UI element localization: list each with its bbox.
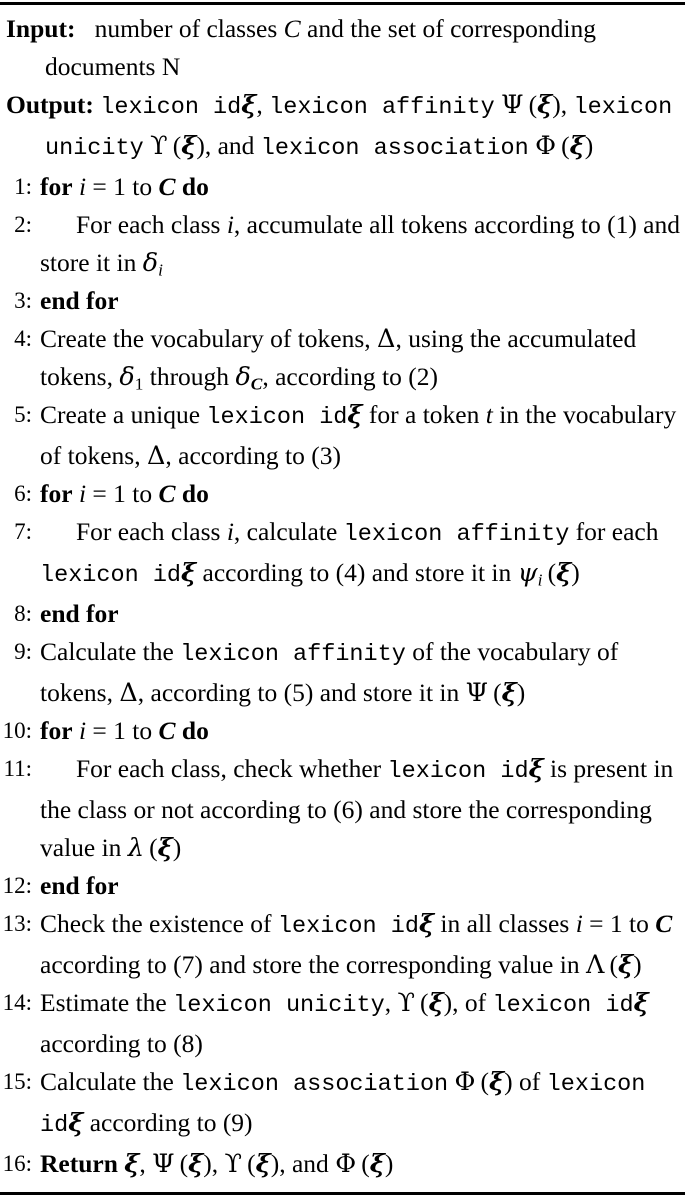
step-number: 14: <box>2 990 32 1015</box>
algorithm-step-12: 12: end for <box>0 867 685 905</box>
algorithm-step-8: 8: end for <box>0 595 685 633</box>
mono-lexicon-affinity: lexicon affinity <box>269 94 495 121</box>
step-text: Create the vocabulary of tokens, Δ, usin… <box>40 324 637 394</box>
step-number: 4: <box>14 326 32 351</box>
step-text: for i = 1 to C do <box>40 479 209 508</box>
algorithm-step-11: 11: For each class, check whether lexico… <box>0 750 685 867</box>
algorithm-output-row: Output: lexicon idξ, lexicon affinity Ψ … <box>0 86 685 168</box>
symbol-Psi-xi: Ψ (ξ) <box>501 90 561 120</box>
step-text: end for <box>40 599 119 628</box>
step-number: 16: <box>2 1151 32 1176</box>
step-text: For each class i, calculate lexicon affi… <box>40 517 659 590</box>
algorithm-step-14: 14: Estimate the lexicon unicity, ϒ (ξ),… <box>0 984 685 1063</box>
algorithm-step-5: 5: Create a unique lexicon idξ for a tok… <box>0 396 685 475</box>
algorithm-step-2: 2: For each class i, accumulate all toke… <box>0 206 685 282</box>
step-text: Calculate the lexicon affinity of the vo… <box>40 637 619 708</box>
algorithm-body: Input: number of classes C and the set o… <box>0 10 685 1183</box>
algorithm-pseudocode-block: Input: number of classes C and the set o… <box>0 0 685 1199</box>
algorithm-step-7: 7: For each class i, calculate lexicon a… <box>0 513 685 595</box>
step-text: Check the existence of lexicon idξ in al… <box>40 909 673 980</box>
step-text: end for <box>40 286 119 315</box>
symbol-Upsilon-xi: ϒ (ξ) <box>150 131 205 161</box>
step-number: 11: <box>3 756 32 781</box>
step-text: For each class, check whether lexicon id… <box>40 754 674 863</box>
algorithm-step-16: 16: Return ξ, Ψ (ξ), ϒ (ξ), and Φ (ξ) <box>0 1145 685 1183</box>
mono-lexicon-id: lexicon id <box>100 94 242 121</box>
step-text: Return ξ, Ψ (ξ), ϒ (ξ), and Φ (ξ) <box>40 1149 394 1179</box>
step-number: 12: <box>2 873 32 898</box>
step-text: end for <box>40 871 119 900</box>
bottom-horizontal-rule <box>0 1192 685 1195</box>
step-text: Calculate the lexicon association Φ (ξ) … <box>40 1067 646 1139</box>
step-text: for i = 1 to C do <box>40 716 209 745</box>
step-number: 3: <box>14 288 32 313</box>
algorithm-step-1: 1: for i = 1 to C do <box>0 168 685 206</box>
step-number: 13: <box>2 911 32 936</box>
step-number: 1: <box>14 174 32 199</box>
mono-lexicon-association-lead: lexicon association <box>260 135 529 162</box>
step-number: 7: <box>14 519 32 544</box>
step-number: 8: <box>14 601 32 626</box>
step-number: 5: <box>14 402 32 427</box>
output-label: Output: <box>6 90 94 119</box>
step-text: Estimate the lexicon unicity, ϒ (ξ), of … <box>40 988 649 1058</box>
algorithm-step-15: 15: Calculate the lexicon association Φ … <box>0 1063 685 1145</box>
step-number: 15: <box>2 1069 32 1094</box>
algorithm-step-9: 9: Calculate the lexicon affinity of the… <box>0 633 685 712</box>
input-text: number of classes C and the set of corre… <box>45 14 596 81</box>
input-label: Input: <box>6 14 76 43</box>
step-number: 2: <box>14 212 32 237</box>
algorithm-step-10: 10: for i = 1 to C do <box>0 712 685 750</box>
step-text: For each class i, accumulate all tokens … <box>40 210 680 280</box>
algorithm-step-3: 3: end for <box>0 282 685 320</box>
step-number: 10: <box>2 718 32 743</box>
step-text: for i = 1 to C do <box>40 172 209 201</box>
symbol-C: C <box>283 14 301 43</box>
symbol-xi: ξ <box>241 90 257 120</box>
algorithm-step-4: 4: Create the vocabulary of tokens, Δ, u… <box>0 320 685 396</box>
step-number: 6: <box>14 481 32 506</box>
step-text: Create a unique lexicon idξ for a token … <box>40 400 677 471</box>
output-text: lexicon idξ, lexicon affinity Ψ (ξ), lex… <box>45 90 673 162</box>
algorithm-step-6: 6: for i = 1 to C do <box>0 475 685 513</box>
algorithm-step-13: 13: Check the existence of lexicon idξ i… <box>0 905 685 984</box>
symbol-Phi-xi: Φ (ξ) <box>535 131 594 161</box>
top-horizontal-rule <box>0 2 685 5</box>
step-number: 9: <box>14 639 32 664</box>
algorithm-input-row: Input: number of classes C and the set o… <box>0 10 685 86</box>
